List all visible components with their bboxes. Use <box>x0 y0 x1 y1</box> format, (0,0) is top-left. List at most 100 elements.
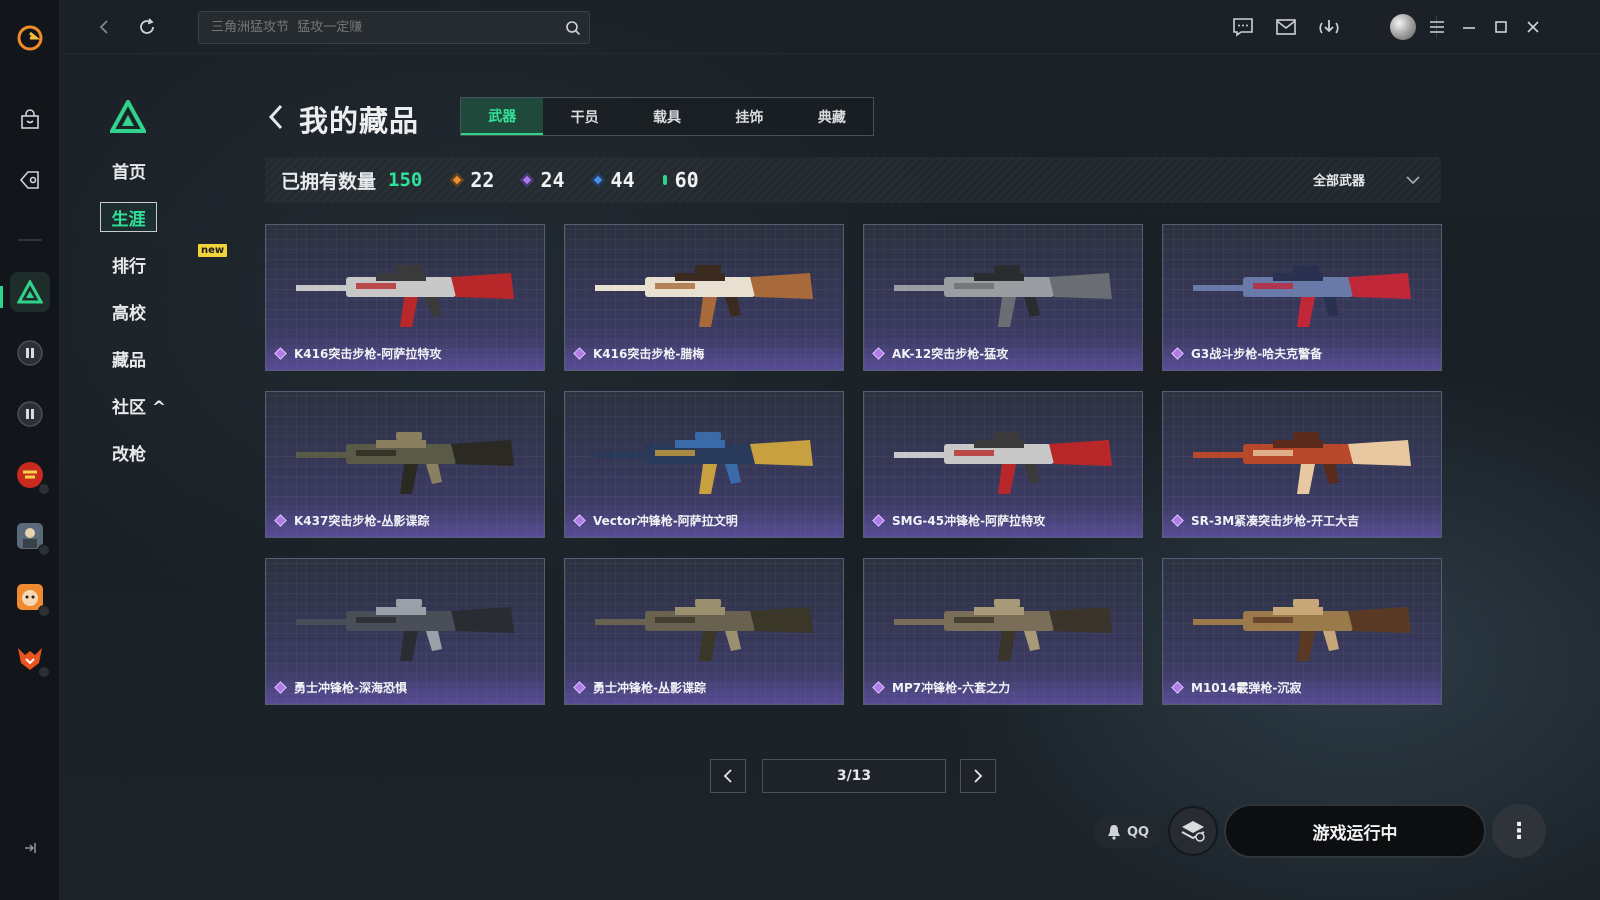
paused-app-icon[interactable] <box>10 394 50 434</box>
rarity-value: 44 <box>610 168 635 192</box>
tab-charms[interactable]: 挂饰 <box>708 98 790 135</box>
maximize-icon[interactable] <box>1488 14 1514 40</box>
prev-page-button[interactable] <box>710 759 746 793</box>
weapon-name-label: 勇士冲锋枪-丛影谍踪 <box>573 679 706 696</box>
weapon-name-label: 勇士冲锋枪-深海恐惧 <box>274 679 407 696</box>
weapon-name-label: AK-12突击步枪-猛攻 <box>872 345 1008 362</box>
layers-icon <box>1181 821 1205 842</box>
top-bar <box>60 0 1600 54</box>
rarity-value: 60 <box>674 168 699 192</box>
tab-operators[interactable]: 干员 <box>543 98 625 135</box>
tab-vehicles[interactable]: 载具 <box>626 98 708 135</box>
new-badge: new <box>198 244 228 257</box>
nav-item-career[interactable]: 生涯 <box>100 202 157 232</box>
close-icon[interactable] <box>1520 14 1546 40</box>
nav-item-home[interactable]: 首页 <box>112 155 182 185</box>
search-icon[interactable] <box>557 12 589 43</box>
weapon-image <box>296 599 514 661</box>
paused-app-icon[interactable] <box>10 333 50 373</box>
weapon-card[interactable]: 勇士冲锋枪-丛影谍踪 <box>564 558 844 705</box>
back-arrow-icon[interactable] <box>266 102 290 132</box>
app-logo-icon[interactable] <box>10 18 50 58</box>
weapon-image <box>894 265 1112 327</box>
game-running-button[interactable]: 游戏运行中 <box>1224 804 1486 858</box>
weapon-filter-dropdown[interactable]: 全部武器 <box>1313 170 1421 189</box>
collapse-dock-icon[interactable] <box>18 836 42 860</box>
weapon-name: G3战斗步枪-哈夫克警备 <box>1191 347 1323 361</box>
download-icon[interactable] <box>1316 14 1342 40</box>
weapon-image <box>595 599 813 661</box>
game-tag-icon[interactable] <box>10 160 50 200</box>
weapon-card[interactable]: K416突击步枪-阿萨拉特攻 <box>265 224 545 371</box>
download-badge-icon <box>38 483 50 495</box>
purple-gem-icon <box>274 347 287 360</box>
weapon-name-label: Vector冲锋枪-阿萨拉文明 <box>573 512 738 529</box>
more-options-icon[interactable]: ⋮ <box>1492 804 1546 858</box>
nav-item-community[interactable]: 社区 ^ <box>112 390 182 420</box>
weapon-name-label: K437突击步枪-丛影谍踪 <box>274 512 430 529</box>
layers-settings-button[interactable] <box>1168 806 1218 856</box>
tab-weapons[interactable]: 武器 <box>461 98 544 135</box>
menu-icon[interactable] <box>1424 14 1450 40</box>
weapon-card[interactable]: SR-3M紧凑突击步枪-开工大吉 <box>1162 391 1442 538</box>
mail-icon[interactable] <box>1273 14 1299 40</box>
collection-grid: K416突击步枪-阿萨拉特攻 K416突击步枪-腊梅 AK-12突击步枪-猛攻 G3战… <box>265 224 1442 705</box>
purple-gem-icon <box>274 514 287 527</box>
crossfire-game-icon[interactable] <box>10 455 50 495</box>
next-page-button[interactable] <box>960 759 996 793</box>
user-avatar[interactable] <box>1390 14 1416 40</box>
purple-gem-icon <box>573 681 586 694</box>
weapon-image <box>894 432 1112 494</box>
weapon-image <box>296 265 514 327</box>
delta-force-app-icon[interactable] <box>10 272 50 312</box>
weapon-card[interactable]: Vector冲锋枪-阿萨拉文明 <box>564 391 844 538</box>
weapon-name: 勇士冲锋枪-深海恐惧 <box>294 681 407 695</box>
dock-active-indicator <box>0 286 3 308</box>
nav-item-ranking[interactable]: 排行 <box>112 249 182 279</box>
weapon-card[interactable]: M1014霰弹枪-沉寂 <box>1162 558 1442 705</box>
weapon-image <box>894 599 1112 661</box>
weapon-name: K437突击步枪-丛影谍踪 <box>294 514 430 528</box>
purple-gem-icon <box>1171 681 1184 694</box>
weapon-card[interactable]: AK-12突击步枪-猛攻 <box>863 224 1143 371</box>
qq-button[interactable]: QQ <box>1094 816 1162 848</box>
search-bar <box>198 11 590 44</box>
weapon-card[interactable]: K416突击步枪-腊梅 <box>564 224 844 371</box>
weapon-name: Vector冲锋枪-阿萨拉文明 <box>593 514 738 528</box>
weapon-image <box>296 432 514 494</box>
page-title: 我的藏品 <box>299 104 420 138</box>
chat-icon[interactable] <box>1230 14 1256 40</box>
search-input[interactable] <box>211 20 557 35</box>
download-badge-icon <box>38 605 50 617</box>
fox-game-icon[interactable] <box>10 638 50 678</box>
owned-count-value: 150 <box>388 169 423 191</box>
pubg-game-icon[interactable] <box>10 516 50 556</box>
nav-item-collection[interactable]: 藏品 <box>112 343 182 373</box>
nav-item-university[interactable]: 高校 <box>112 296 182 326</box>
weapon-name: K416突击步枪-阿萨拉特攻 <box>294 347 442 361</box>
dock-divider <box>18 239 42 241</box>
back-nav-icon[interactable] <box>90 13 118 41</box>
weapon-name-label: SR-3M紧凑突击步枪-开工大吉 <box>1171 512 1360 529</box>
weapon-name: M1014霰弹枪-沉寂 <box>1191 681 1302 695</box>
tab-archive[interactable]: 典藏 <box>791 98 873 135</box>
weapon-image <box>595 265 813 327</box>
weapon-card[interactable]: G3战斗步枪-哈夫克警备 <box>1162 224 1442 371</box>
owned-count-label: 已拥有数量 <box>281 170 377 193</box>
weapon-name: SR-3M紧凑突击步枪-开工大吉 <box>1191 514 1360 528</box>
refresh-icon[interactable] <box>133 13 161 41</box>
collection-tabs: 武器 干员 载具 挂饰 典藏 <box>460 97 874 136</box>
purple-gem-icon <box>1171 347 1184 360</box>
rarity-count-blue: 44 <box>590 168 635 192</box>
rarity-count-purple: 24 <box>520 168 565 192</box>
store-bag-icon[interactable] <box>10 100 50 140</box>
cartoon-game-icon[interactable] <box>10 577 50 617</box>
minimize-icon[interactable] <box>1456 14 1482 40</box>
weapon-card[interactable]: 勇士冲锋枪-深海恐惧 <box>265 558 545 705</box>
weapon-card[interactable]: SMG-45冲锋枪-阿萨拉特攻 <box>863 391 1143 538</box>
weapon-card[interactable]: K437突击步枪-丛影谍踪 <box>265 391 545 538</box>
nav-item-gunsmith[interactable]: 改枪 <box>112 437 182 467</box>
stats-bar: 已拥有数量 150 22 24 44 60 全部武器 <box>265 157 1441 203</box>
download-badge-icon <box>38 544 50 556</box>
weapon-card[interactable]: MP7冲锋枪-六套之力 <box>863 558 1143 705</box>
